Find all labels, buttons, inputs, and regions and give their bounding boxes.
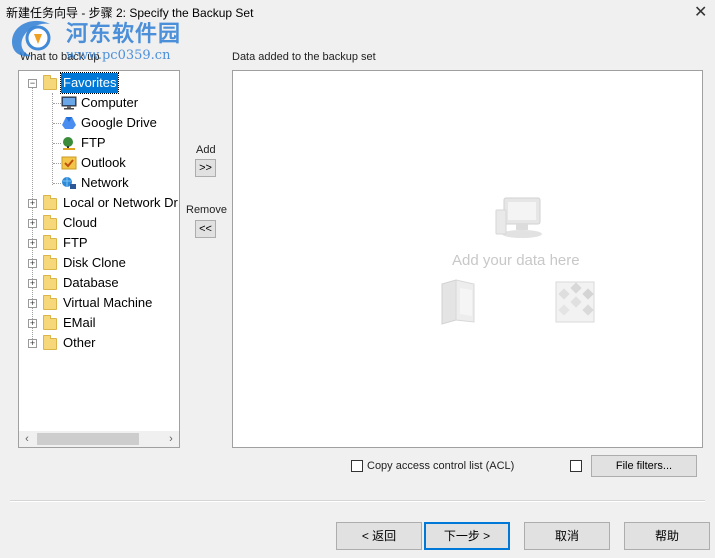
computer-placeholder-icon <box>495 197 542 238</box>
expand-icon[interactable]: + <box>28 239 37 248</box>
tree-item-cloud[interactable]: + Cloud <box>19 213 179 233</box>
ftp-icon <box>63 137 75 150</box>
expand-icon[interactable]: + <box>28 299 37 308</box>
folder-icon <box>43 315 57 330</box>
next-button[interactable]: 下一步 > <box>424 522 510 550</box>
expand-icon[interactable]: + <box>28 319 37 328</box>
tree-item-label: Disk Clone <box>63 255 126 270</box>
tree-item-email[interactable]: + EMail <box>19 313 179 333</box>
scroll-right-icon[interactable]: › <box>163 431 179 447</box>
scroll-left-icon[interactable]: ‹ <box>19 431 35 447</box>
tree-item-google-drive[interactable]: Google Drive <box>19 113 179 133</box>
expand-icon[interactable]: + <box>28 199 37 208</box>
tree-line <box>53 163 61 164</box>
tree-item-other[interactable]: + Other <box>19 333 179 353</box>
remove-button[interactable]: << <box>195 220 216 238</box>
add-label: Add <box>196 144 216 156</box>
google-drive-icon <box>62 117 76 129</box>
horizontal-scrollbar[interactable]: ‹ › <box>19 431 179 447</box>
tree-item-label: Database <box>63 275 119 290</box>
footer-separator <box>10 500 705 502</box>
expand-icon[interactable]: + <box>28 219 37 228</box>
cancel-button[interactable]: 取消 <box>524 522 610 550</box>
tree-line <box>53 143 61 144</box>
tree-item-ftp-favorite[interactable]: FTP <box>19 133 179 153</box>
tree-item-label: Virtual Machine <box>63 295 153 310</box>
tree-item-local-network-drive[interactable]: + Local or Network Dr <box>19 193 179 213</box>
tree-item-favorites[interactable]: − Favorites <box>19 72 179 94</box>
remove-label: Remove <box>186 204 227 216</box>
tree-item-label: EMail <box>63 315 96 330</box>
acl-label: Copy access control list (ACL) <box>367 460 515 472</box>
backup-set-heading: Data added to the backup set <box>232 51 376 63</box>
expand-icon[interactable]: + <box>28 259 37 268</box>
files-placeholder-icon <box>441 279 475 325</box>
tree-item-virtual-machine[interactable]: + Virtual Machine <box>19 293 179 313</box>
folder-icon <box>43 255 57 270</box>
tree-line <box>53 183 61 184</box>
tree-line <box>53 103 61 104</box>
title-bar: 新建任务向导 - 步骤 2: Specify the Backup Set <box>0 0 715 24</box>
tree-item-label: Other <box>63 335 96 350</box>
tree-line <box>53 123 61 124</box>
tree-item-ftp[interactable]: + FTP <box>19 233 179 253</box>
tree-item-network[interactable]: Network <box>19 173 179 193</box>
placeholder-text: Add your data here <box>452 252 580 269</box>
file-filter-checkbox[interactable] <box>570 460 582 472</box>
folder-icon <box>43 275 57 290</box>
what-to-backup-heading: What to back up <box>20 51 100 63</box>
folder-icon <box>43 75 57 90</box>
expand-icon[interactable]: + <box>28 279 37 288</box>
tree-item-database[interactable]: + Database <box>19 273 179 293</box>
folder-icon <box>43 335 57 350</box>
close-icon[interactable]: ✕ <box>694 2 707 22</box>
computer-icon <box>61 96 77 110</box>
network-icon <box>62 177 76 189</box>
add-button[interactable]: >> <box>195 159 216 177</box>
folder-icon <box>43 295 57 310</box>
tree-item-label: FTP <box>63 235 88 250</box>
tree-item-disk-clone[interactable]: + Disk Clone <box>19 253 179 273</box>
acl-checkbox[interactable] <box>351 460 363 472</box>
tree-item-computer[interactable]: Computer <box>19 93 179 113</box>
expand-icon[interactable]: + <box>28 339 37 348</box>
folder-icon <box>43 195 57 210</box>
tree-item-label: Outlook <box>81 155 126 170</box>
folder-icon <box>43 235 57 250</box>
tree-item-label: Network <box>81 175 129 190</box>
tree-item-label: Local or Network Dr <box>63 195 178 210</box>
file-filters-button[interactable]: File filters... <box>591 455 697 477</box>
scrollbar-thumb[interactable] <box>37 433 139 445</box>
outlook-icon <box>61 156 77 170</box>
tree-item-label: Cloud <box>63 215 97 230</box>
source-tree[interactable]: − Favorites Computer Google Drive FTP Ou… <box>18 70 180 448</box>
back-button[interactable]: < 返回 <box>336 522 422 550</box>
collapse-icon[interactable]: − <box>28 79 37 88</box>
tree-item-label: Google Drive <box>81 115 157 130</box>
tree-item-label: Favorites <box>59 72 120 94</box>
help-button[interactable]: 帮助 <box>624 522 710 550</box>
tree-item-outlook[interactable]: Outlook <box>19 153 179 173</box>
tree-item-label: FTP <box>81 135 106 150</box>
apps-placeholder-icon <box>555 281 595 323</box>
tree-item-label: Computer <box>81 95 139 110</box>
window-title: 新建任务向导 - 步骤 2: Specify the Backup Set <box>6 6 254 20</box>
folder-icon <box>43 215 57 230</box>
